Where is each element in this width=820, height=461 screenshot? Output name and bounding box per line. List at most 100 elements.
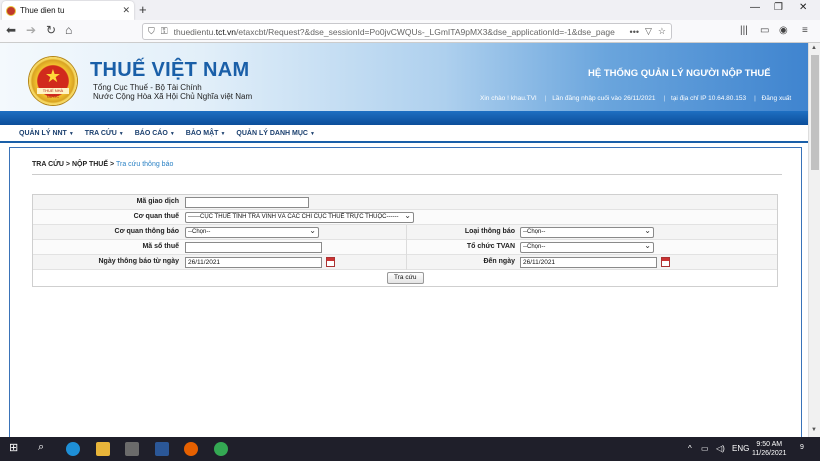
sidebar-icon[interactable]: ▭	[760, 25, 769, 36]
menu-quan-ly-nnt[interactable]: QUẢN LÝ NNT ▼	[19, 130, 74, 137]
home-icon[interactable]: ⌂	[65, 23, 72, 37]
forward-icon[interactable]: ➔	[26, 23, 36, 37]
tra-cuu-button[interactable]: Tra cứu	[387, 272, 424, 284]
co-quan-thong-bao-label: Cơ quan thông báo	[114, 228, 179, 235]
site-favicon-icon	[6, 5, 16, 16]
form-row: Mã số thuế Tổ chức TVAN --Chọn--	[33, 240, 777, 255]
den-ngay-input[interactable]: 26/11/2021	[520, 257, 657, 268]
brand-subtitle-1: Tổng Cục Thuế - Bộ Tài Chính	[93, 83, 202, 92]
file-explorer-icon[interactable]	[96, 442, 110, 456]
ma-so-thue-input[interactable]	[185, 242, 322, 253]
form-row: Cơ quan thuế ------CỤC THUẾ TỈNH TRÀ VIN…	[33, 210, 777, 225]
account-icon[interactable]: ◉	[779, 25, 788, 36]
co-quan-thue-label: Cơ quan thuế	[133, 213, 179, 220]
search-icon[interactable]: ⌕	[38, 441, 44, 454]
volume-icon[interactable]: ◁)	[716, 444, 725, 453]
network-icon[interactable]: ▭	[701, 444, 709, 453]
menu-quan-ly-danh-muc[interactable]: QUẢN LÝ DANH MỤC ▼	[236, 130, 315, 137]
logout-link[interactable]: Đăng xuất	[762, 95, 792, 102]
vertical-scrollbar[interactable]: ▲ ▼	[808, 43, 820, 437]
notification-count[interactable]: 9	[800, 444, 804, 451]
to-chuc-tvan-label: Tổ chức TVAN	[466, 243, 515, 250]
library-icon[interactable]: |||	[740, 25, 748, 36]
emblem-logo: ★ THUẾ NHÀ NƯỚC	[29, 57, 77, 105]
firefox-icon[interactable]	[184, 442, 198, 456]
breadcrumb-path[interactable]: TRA CỨU > NỘP THUẾ >	[32, 161, 114, 168]
main-menu: QUẢN LÝ NNT ▼ TRA CỨU ▼ BÁO CÁO ▼ BẢO MẬT ▼ …	[0, 125, 808, 143]
store-icon[interactable]	[125, 442, 139, 456]
navigation-bar: ⬅ ➔ ↻ ⌂ ⛉ ⚿ thuedientu.tct.vn/etaxcbt/Re…	[0, 20, 820, 43]
word-icon[interactable]	[155, 442, 169, 456]
caret-down-icon: ▼	[169, 130, 175, 137]
clock[interactable]: 9:50 AM 11/26/2021	[752, 440, 787, 458]
tu-ngay-input[interactable]: 26/11/2021	[185, 257, 322, 268]
calendar-icon[interactable]	[326, 257, 335, 267]
breadcrumb-current: Tra cứu thông báo	[116, 161, 174, 168]
reload-icon[interactable]: ↻	[46, 23, 56, 37]
close-window-icon[interactable]: ✕	[799, 2, 807, 13]
clock-date: 11/26/2021	[752, 450, 787, 457]
chrome-icon[interactable]	[214, 442, 228, 456]
ma-giao-dich-label: Mã giao dịch	[136, 198, 179, 205]
menu-icon[interactable]: ≡	[802, 25, 808, 36]
ip-address: tại địa chỉ IP 10.64.80.153	[671, 95, 747, 102]
page-actions-icon[interactable]: •••	[630, 27, 639, 37]
system-title: HỆ THỐNG QUẢN LÝ NGƯỜI NỘP THUẾ	[588, 68, 771, 79]
menu-tra-cuu[interactable]: TRA CỨU ▼	[85, 130, 124, 137]
ma-giao-dich-input[interactable]	[185, 197, 309, 208]
shield-icon[interactable]: ⛉	[148, 26, 155, 37]
column-divider	[406, 225, 407, 240]
column-divider	[406, 255, 407, 270]
browser-tab[interactable]: Thue dien tu ✕	[2, 1, 134, 20]
edge-icon[interactable]	[66, 442, 80, 456]
menu-bao-mat[interactable]: BẢO MẬT ▼	[186, 130, 226, 137]
last-login: Lần đăng nhập cuối vào 26/11/2021	[552, 95, 656, 102]
form-row: Cơ quan thông báo --Chọn-- Loại thông bá…	[33, 225, 777, 240]
to-chuc-tvan-select[interactable]: --Chọn--	[520, 242, 654, 253]
scroll-up-icon[interactable]: ▲	[811, 45, 817, 51]
lock-icon[interactable]: ⚿	[161, 26, 168, 37]
url-text: thuedientu.tct.vn/etaxcbt/Request?&dse_s…	[173, 26, 615, 37]
brand-title: THUẾ VIỆT NAM	[90, 59, 250, 81]
minimize-icon[interactable]: —	[750, 2, 760, 13]
greeting: Xin chào ! khau.TVI	[480, 95, 537, 102]
caret-down-icon: ▼	[68, 130, 74, 137]
clock-time: 9:50 AM	[756, 441, 783, 448]
calendar-icon[interactable]	[661, 257, 670, 267]
language-indicator[interactable]: ENG	[732, 444, 749, 453]
web-page: ★ THUẾ NHÀ NƯỚC THUẾ VIỆT NAM Tổng Cục T…	[0, 43, 808, 437]
pocket-icon[interactable]: ▽	[645, 26, 652, 37]
windows-taskbar: ⊞ ⌕ ^ ▭ ◁) ENG 9:50 AM 11/26/2021 9	[0, 437, 820, 461]
emblem-text: THUẾ NHÀ NƯỚC	[37, 88, 69, 99]
menu-bao-cao[interactable]: BÁO CÁO ▼	[135, 130, 175, 137]
back-icon[interactable]: ⬅	[6, 23, 16, 37]
caret-down-icon: ▼	[309, 130, 315, 137]
den-ngay-label: Đến ngày	[483, 258, 515, 265]
restore-icon[interactable]: ❐	[774, 2, 783, 13]
content-panel: TRA CỨU > NỘP THUẾ > Tra cứu thông báo M…	[9, 147, 802, 437]
breadcrumb: TRA CỨU > NỘP THUẾ > Tra cứu thông báo	[32, 161, 173, 168]
windows-start-icon[interactable]: ⊞	[9, 441, 18, 454]
ma-so-thue-label: Mã số thuế	[142, 243, 179, 250]
loai-thong-bao-select[interactable]: --Chọn--	[520, 227, 654, 238]
header-band	[0, 111, 808, 125]
tray-chevron-icon[interactable]: ^	[688, 444, 692, 453]
form-row: Ngày thông báo từ ngày 26/11/2021 Đến ng…	[33, 255, 777, 270]
form-row: Tra cứu	[33, 270, 777, 286]
star-icon: ★	[44, 66, 62, 86]
bookmark-star-icon[interactable]: ☆	[658, 26, 666, 37]
site-header: ★ THUẾ NHÀ NƯỚC THUẾ VIỆT NAM Tổng Cục T…	[0, 43, 808, 111]
address-bar[interactable]: ⛉ ⚿ thuedientu.tct.vn/etaxcbt/Request?&d…	[142, 23, 672, 40]
new-tab-icon[interactable]: +	[139, 2, 147, 17]
close-tab-icon[interactable]: ✕	[122, 5, 130, 16]
loai-thong-bao-label: Loại thông báo	[464, 228, 515, 235]
column-divider	[406, 240, 407, 255]
scroll-down-icon[interactable]: ▼	[811, 427, 817, 433]
co-quan-thong-bao-select[interactable]: --Chọn--	[185, 227, 319, 238]
form-row: Mã giao dịch	[33, 195, 777, 210]
search-form: Mã giao dịch Cơ quan thuế ------CỤC THUẾ…	[32, 194, 778, 287]
caret-down-icon: ▼	[118, 130, 124, 137]
scroll-thumb[interactable]	[811, 55, 819, 170]
brand-subtitle-2: Nước Cộng Hòa Xã Hội Chủ Nghĩa việt Nam	[93, 92, 253, 101]
co-quan-thue-select[interactable]: ------CỤC THUẾ TỈNH TRÀ VINH VÀ CÁC CHI …	[185, 212, 414, 223]
